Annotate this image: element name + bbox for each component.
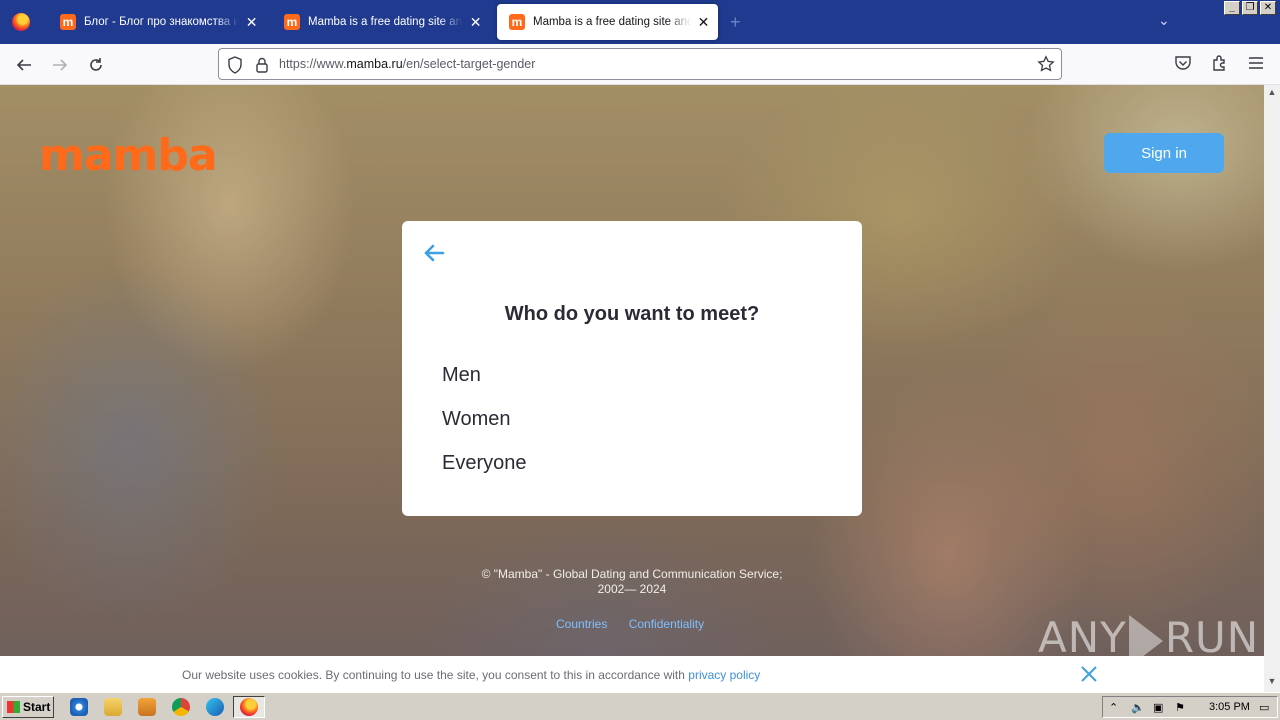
tab-mamba-1[interactable]: m Mamba is a free dating site and a chat… — [272, 4, 490, 40]
watermark-right: RUN — [1164, 613, 1260, 656]
option-women[interactable]: Women — [442, 408, 511, 431]
mamba-favicon: m — [509, 14, 525, 30]
option-men[interactable]: Men — [442, 364, 481, 387]
firefox-icon[interactable] — [0, 0, 42, 44]
tab-strip: m Блог - Блог про знакомства и отношения… — [0, 0, 1280, 44]
window-close-button[interactable]: ✕ — [1260, 1, 1276, 15]
firefox-taskbar-button[interactable] — [233, 696, 265, 718]
mamba-favicon: m — [284, 14, 300, 30]
close-icon[interactable]: ✕ — [245, 14, 258, 31]
arrow-left-icon[interactable] — [422, 241, 446, 265]
privacy-policy-link[interactable]: privacy policy — [688, 668, 760, 682]
mamba-logo[interactable]: mamba — [39, 130, 218, 181]
url-text[interactable]: https://www.mamba.ru/en/select-target-ge… — [279, 57, 535, 71]
clock: 3:05 PM — [1209, 701, 1250, 713]
dialog-title: Who do you want to meet? — [504, 303, 760, 325]
scroll-down-icon[interactable]: ▼ — [1264, 676, 1280, 690]
select-gender-dialog: Who do you want to meet? Men Women Every… — [402, 221, 862, 516]
volume-icon[interactable]: 🔈 — [1131, 701, 1145, 715]
sign-in-button[interactable]: Sign in — [1104, 133, 1224, 173]
option-everyone[interactable]: Everyone — [442, 452, 527, 475]
copyright-line-2: 2002— 2024 — [597, 582, 667, 596]
show-desktop-icon[interactable]: ▭ — [1259, 701, 1273, 715]
forward-icon[interactable] — [49, 54, 71, 76]
chrome-icon[interactable] — [172, 698, 190, 716]
tab-mamba-active[interactable]: m Mamba is a free dating site and a chat… — [497, 4, 718, 40]
edge-icon[interactable] — [206, 698, 224, 716]
window-controls: _ ❐ ✕ — [1224, 1, 1276, 15]
menu-icon[interactable] — [1247, 54, 1265, 77]
confidentiality-link[interactable]: Confidentiality — [629, 617, 704, 631]
folder-icon[interactable] — [104, 698, 122, 716]
mamba-favicon: m — [60, 14, 76, 30]
countries-link[interactable]: Countries — [556, 617, 607, 631]
navigation-bar: https://www.mamba.ru/en/select-target-ge… — [0, 44, 1280, 85]
taskbar: Start ⌃ 🔈 ▣ ⚑ 3:05 PM ▭ — [0, 692, 1280, 720]
cookie-message: Our website uses cookies. By continuing … — [182, 668, 689, 682]
start-button[interactable]: Start — [2, 696, 54, 718]
url-prefix: https://www. — [279, 57, 347, 71]
minimize-button[interactable]: _ — [1224, 1, 1240, 15]
pocket-icon[interactable] — [1174, 54, 1192, 77]
media-player-icon[interactable] — [138, 698, 156, 716]
close-icon[interactable]: ✕ — [469, 14, 482, 31]
back-icon[interactable] — [13, 54, 35, 76]
start-label: Start — [23, 700, 51, 714]
close-icon[interactable] — [1078, 663, 1100, 685]
internet-explorer-icon[interactable] — [70, 698, 88, 716]
url-host: mamba.ru — [346, 57, 403, 71]
firefox-icon — [240, 698, 258, 716]
tab-blog[interactable]: m Блог - Блог про знакомства и отношения… — [48, 4, 266, 40]
lock-icon[interactable] — [255, 56, 269, 79]
windows-flag-icon — [7, 701, 20, 713]
shield-icon[interactable] — [227, 56, 243, 79]
url-bar[interactable]: https://www.mamba.ru/en/select-target-ge… — [218, 48, 1062, 80]
url-path: /en/select-target-gender — [402, 57, 536, 71]
reload-icon[interactable] — [85, 54, 107, 76]
bookmark-star-icon[interactable] — [1037, 55, 1055, 78]
copyright-line-1: © "Mamba" - Global Dating and Communicat… — [481, 567, 783, 581]
flag-icon[interactable]: ⚑ — [1175, 701, 1189, 715]
watermark-left: ANY — [1038, 613, 1127, 656]
restore-button[interactable]: ❐ — [1242, 1, 1258, 15]
extensions-icon[interactable] — [1211, 54, 1229, 77]
tray-expand-icon[interactable]: ⌃ — [1109, 701, 1123, 715]
page-viewport: mamba Sign in Who do you want to meet? M… — [0, 85, 1264, 656]
scroll-up-icon[interactable]: ▲ — [1264, 87, 1280, 101]
new-tab-button[interactable]: + — [730, 12, 741, 33]
cookie-text: Our website uses cookies. By continuing … — [182, 668, 760, 682]
cookie-banner: Our website uses cookies. By continuing … — [0, 656, 1264, 692]
footer-copyright: © "Mamba" - Global Dating and Communicat… — [0, 567, 1264, 597]
tab-title: Mamba is a free dating site and a chat — [533, 16, 691, 28]
tab-title: Блог - Блог про знакомства и отношения — [84, 16, 240, 28]
network-icon[interactable]: ▣ — [1153, 701, 1167, 715]
footer-links: Countries Confidentiality — [556, 617, 722, 631]
system-tray: ⌃ 🔈 ▣ ⚑ 3:05 PM ▭ — [1102, 696, 1278, 718]
tab-title: Mamba is a free dating site and a chat — [308, 16, 463, 28]
page-scrollbar[interactable]: ▲ ▼ — [1264, 85, 1280, 692]
anyrun-watermark: ANY RUN — [1038, 613, 1259, 656]
chevron-down-icon[interactable]: ⌄ — [1158, 12, 1170, 29]
close-icon[interactable]: ✕ — [697, 14, 710, 31]
